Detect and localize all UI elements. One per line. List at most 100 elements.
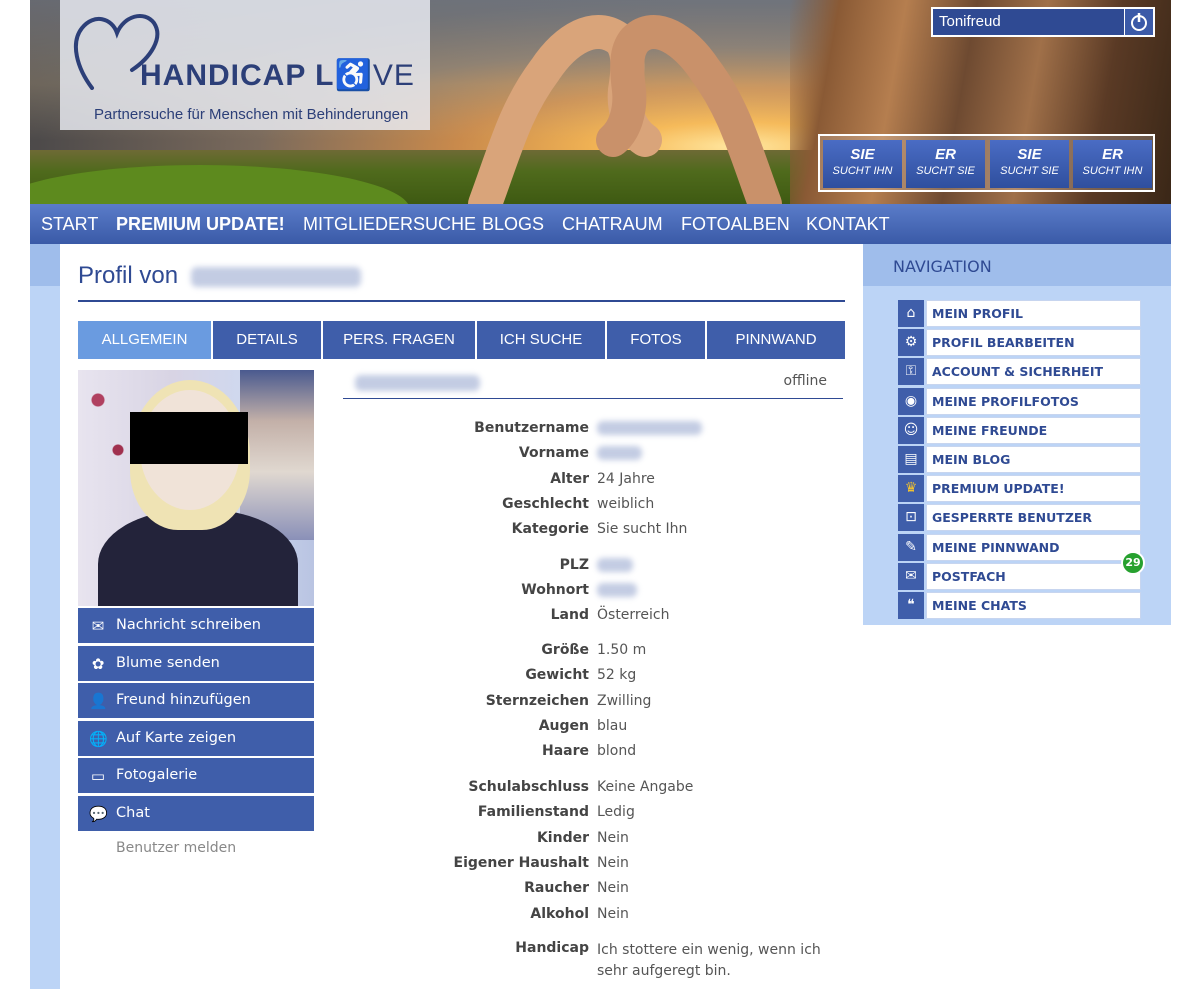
user-box: Tonifreud — [931, 7, 1155, 37]
quick-label-2: ER — [935, 146, 956, 163]
title-divider — [78, 300, 845, 302]
logo[interactable]: HANDICAP L♿VE Partnersuche für Menschen … — [60, 0, 430, 130]
field-value: Nein — [597, 830, 629, 846]
sidebar-item-gesperrte-benutzer[interactable]: ⊡ GESPERRTE BENUTZER — [898, 504, 1141, 533]
sidebar-item-meine-freunde[interactable]: ☺ MEINE FREUNDE — [898, 416, 1141, 446]
field-gewicht: Gewicht 52 kg — [343, 667, 843, 689]
sidebar-item-profil-bearbeiten[interactable]: ⚙ PROFIL BEARBEITEN — [898, 329, 1141, 358]
field-label: Wohnort — [521, 582, 589, 598]
field-sternzeichen: Sternzeichen Zwilling — [343, 693, 843, 715]
sidebar-item-mein-profil[interactable]: ⌂ MEIN PROFIL — [898, 300, 1141, 329]
censor-bar — [130, 412, 248, 464]
friends-icon: ☺ — [898, 416, 924, 444]
field-alkohol: Alkohol Nein — [343, 906, 843, 928]
add-friend-button[interactable]: 👤 Freund hinzufügen — [78, 683, 314, 719]
field-label: Benutzername — [474, 420, 589, 436]
quick-label-4: ER — [1102, 146, 1123, 163]
sidebar-item-mein-blog[interactable]: ▤ MEIN BLOG — [898, 445, 1141, 475]
envelope-icon: ✉ — [91, 617, 105, 635]
profile-tabs: ALLGEMEIN DETAILS PERS. FRAGEN ICH SUCHE… — [78, 321, 845, 359]
quick-sublabel-4: SUCHT IHN — [1082, 165, 1143, 177]
profile-header-row: offline — [343, 370, 843, 399]
field-label: Raucher — [524, 880, 589, 896]
tab-details[interactable]: DETAILS — [213, 321, 323, 359]
tab-ich-suche[interactable]: ICH SUCHE — [477, 321, 607, 359]
nav-start[interactable]: START — [41, 214, 98, 235]
field-eigener-haushalt: Eigener Haushalt Nein — [343, 855, 843, 877]
field-schulabschluss: Schulabschluss Keine Angabe — [343, 779, 843, 801]
sidebar-item-postfach[interactable]: ✉ POSTFACH — [898, 562, 1141, 592]
username-display[interactable]: Tonifreud — [939, 13, 1001, 30]
field-value: 1.50 m — [597, 642, 647, 658]
sidebar-item-label: ACCOUNT & SICHERHEIT — [926, 358, 1141, 386]
nav-premium-update[interactable]: PREMIUM UPDATE! — [116, 214, 285, 235]
sidebar-item-label: POSTFACH — [926, 562, 1141, 590]
tab-allgemein[interactable]: ALLGEMEIN — [78, 321, 213, 359]
field-label: Handicap — [515, 940, 589, 956]
quick-search-sie-sucht-sie[interactable]: SIE SUCHT SIE — [990, 140, 1069, 188]
sidebar-item-label: MEINE CHATS — [926, 591, 1141, 619]
field-augen: Augen blau — [343, 718, 843, 740]
sidebar-item-label: MEIN PROFIL — [926, 300, 1141, 327]
online-status: offline — [783, 373, 827, 389]
sidebar-item-premium-update[interactable]: ♛ PREMIUM UPDATE! — [898, 475, 1141, 504]
field-label: Eigener Haushalt — [453, 855, 590, 871]
field-geschlecht: Geschlecht weiblich — [343, 496, 843, 518]
field-value: Österreich — [597, 607, 670, 623]
nav-fotoalben[interactable]: FOTOALBEN — [681, 214, 790, 235]
sidebar-item-label: PREMIUM UPDATE! — [926, 475, 1141, 503]
globe-icon: 🌐 — [89, 729, 108, 748]
nav-chatraum[interactable]: CHATRAUM — [562, 214, 663, 235]
quick-sublabel-2: SUCHT SIE — [916, 165, 975, 177]
field-value: 24 Jahre — [597, 471, 655, 487]
newspaper-icon: ▤ — [898, 445, 924, 473]
quick-search-group: SIE SUCHT IHN ER SUCHT SIE SIE SUCHT SIE… — [818, 134, 1155, 192]
heart-hands-image — [468, 15, 782, 204]
sidebar-item-meine-pinnwand[interactable]: ✎ MEINE PINNWAND — [898, 533, 1141, 563]
home-icon: ⌂ — [898, 300, 924, 327]
report-user-link[interactable]: Benutzer melden — [116, 840, 236, 856]
send-flower-button[interactable]: ✿ Blume senden — [78, 645, 314, 681]
send-message-button[interactable]: ✉ Nachricht schreiben — [78, 608, 314, 643]
tab-fotos[interactable]: FOTOS — [607, 321, 707, 359]
profile-photo[interactable] — [78, 370, 314, 606]
action-label: Chat — [116, 804, 150, 821]
sidebar-item-meine-profilfotos[interactable]: ◉ MEINE PROFILFOTOS — [898, 387, 1141, 417]
tab-pinnwand[interactable]: PINNWAND — [707, 321, 845, 359]
logo-name-thin: VE — [372, 59, 415, 92]
field-value — [597, 445, 642, 461]
sidebar-navigation: NAVIGATION ⌂ MEIN PROFIL ⚙ PROFIL BEARBEIT… — [863, 244, 1171, 625]
page-title-prefix: Profil von — [78, 262, 179, 289]
logo-name-bold: HANDICAP L — [140, 59, 335, 92]
left-strip-head — [30, 244, 60, 286]
nav-blogs[interactable]: BLOGS — [482, 214, 544, 235]
sidebar-item-account-sicherheit[interactable]: ⚿ ACCOUNT & SICHERHEIT — [898, 358, 1141, 387]
field-label: Alkohol — [530, 906, 589, 922]
header-banner: HANDICAP L♿VE Partnersuche für Menschen … — [30, 0, 1171, 204]
field-land: Land Österreich — [343, 607, 843, 629]
photo-gallery-button[interactable]: ▭ Fotogalerie — [78, 758, 314, 794]
sidebar-item-label: MEIN BLOG — [926, 445, 1141, 473]
tab-pers-fragen[interactable]: PERS. FRAGEN — [323, 321, 477, 359]
quick-search-er-sucht-sie[interactable]: ER SUCHT SIE — [906, 140, 985, 188]
show-on-map-button[interactable]: 🌐 Auf Karte zeigen — [78, 720, 314, 756]
envelope-icon: ✉ — [898, 562, 924, 590]
main-nav: START PREMIUM UPDATE! MITGLIEDERSUCHE BL… — [30, 204, 1171, 244]
lock-icon: ⊡ — [898, 504, 924, 532]
nav-mitgliedersuche[interactable]: MITGLIEDERSUCHE — [303, 214, 476, 235]
field-label: Geschlecht — [502, 496, 589, 512]
quick-search-er-sucht-ihn[interactable]: ER SUCHT IHN — [1073, 140, 1152, 188]
sidebar-item-label: MEINE PROFILFOTOS — [926, 387, 1141, 415]
logout-button[interactable] — [1124, 9, 1153, 35]
quick-search-sie-sucht-ihn[interactable]: SIE SUCHT IHN — [823, 140, 902, 188]
field-raucher: Raucher Nein — [343, 880, 843, 902]
field-label: Land — [550, 607, 589, 623]
chat-button[interactable]: 💬 Chat — [78, 795, 314, 831]
sidebar-item-meine-chats[interactable]: ❝ MEINE CHATS — [898, 591, 1141, 621]
field-value: 52 kg — [597, 667, 637, 683]
quick-label-3: SIE — [1017, 146, 1042, 163]
nav-kontakt[interactable]: KONTAKT — [806, 214, 890, 235]
chat-bubble-icon: 💬 — [89, 804, 108, 823]
action-label: Blume senden — [116, 654, 220, 671]
field-label: Gewicht — [525, 667, 589, 683]
